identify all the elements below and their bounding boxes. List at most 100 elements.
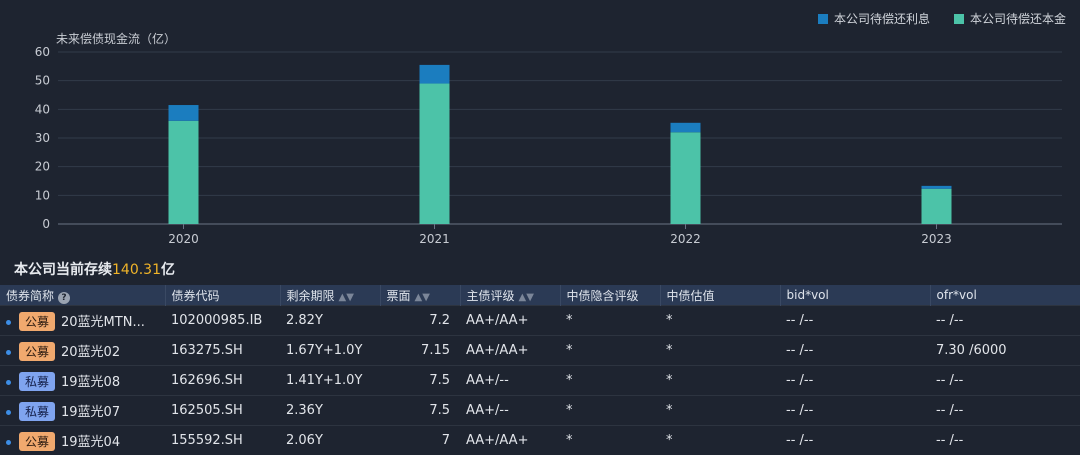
summary-amount: 140.31 [112,262,161,278]
sort-icon[interactable]: ▲▼ [519,292,534,303]
header-remaining-term-label: 剩余期限 [287,289,335,303]
bullet-dot-icon [6,380,11,385]
cell-bond-name[interactable]: 私募 19蓝光07 [0,396,165,426]
cell-ofr: 7.30 /6000 [930,336,1080,366]
bar-interest [169,105,199,121]
cell-rating: AA+/AA+ [460,336,560,366]
cell-remaining-term: 2.06Y [280,426,380,455]
cell-bid: -- /-- [780,336,930,366]
issue-type-badge: 公募 [19,312,55,331]
cell-bond-code: 102000985.IB [165,306,280,336]
cell-rating: AA+/AA+ [460,306,560,336]
help-icon[interactable]: ? [58,292,70,304]
header-bid[interactable]: bid*vol [780,285,930,306]
cell-remaining-term: 1.67Y+1.0Y [280,336,380,366]
cell-implied-rating: * [560,366,660,396]
y-tick-label: 30 [35,131,50,145]
header-coupon[interactable]: 票面 ▲▼ [380,285,460,306]
bond-name[interactable]: 20蓝光MTN... [61,315,145,330]
header-rating-label: 主债评级 [467,289,515,303]
bullet-dot-icon [6,410,11,415]
x-tick-label: 2023 [921,232,952,246]
cell-implied-rating: * [560,306,660,336]
table-row[interactable]: 公募19蓝光04155592.SH2.06Y7AA+/AA+**-- /----… [0,426,1080,455]
cell-implied-rating: * [560,426,660,455]
chart-plot: 01020304050602020202120222023 [0,0,1080,255]
bullet-dot-icon [6,350,11,355]
cell-bond-code: 163275.SH [165,336,280,366]
bar-interest [420,65,450,84]
cell-valuation: * [660,336,780,366]
bar-principal [420,84,450,224]
cell-ofr: -- /-- [930,306,1080,336]
summary-prefix: 本公司当前存续 [14,262,112,278]
cell-bond-name[interactable]: 公募 19蓝光04 [0,426,165,455]
bond-name[interactable]: 19蓝光08 [61,375,120,390]
sort-icon[interactable]: ▲▼ [415,292,430,303]
cell-valuation: * [660,306,780,336]
bond-name[interactable]: 20蓝光02 [61,345,120,360]
cell-bond-name[interactable]: 私募 19蓝光08 [0,366,165,396]
cell-bond-name[interactable]: 公募 20蓝光02 [0,336,165,366]
cell-remaining-term: 2.36Y [280,396,380,426]
cell-coupon: 7.5 [380,396,460,426]
cell-rating: AA+/AA+ [460,426,560,455]
y-tick-label: 20 [35,160,50,174]
bullet-dot-icon [6,320,11,325]
cell-coupon: 7.15 [380,336,460,366]
bullet-dot-icon [6,440,11,445]
cell-implied-rating: * [560,336,660,366]
header-implied-rating[interactable]: 中债隐含评级 [560,285,660,306]
bar-principal [671,132,701,224]
cell-bid: -- /-- [780,306,930,336]
bond-name[interactable]: 19蓝光04 [61,435,120,450]
issue-type-badge: 私募 [19,402,55,421]
cell-bond-code: 162505.SH [165,396,280,426]
header-ofr[interactable]: ofr*vol [930,285,1080,306]
y-tick-label: 50 [35,74,50,88]
table-row[interactable]: 公募20蓝光MTN...102000985.IB2.82Y7.2AA+/AA+*… [0,306,1080,336]
bond-name[interactable]: 19蓝光07 [61,405,120,420]
cell-bid: -- /-- [780,426,930,455]
bar-interest [671,123,701,132]
cell-ofr: -- /-- [930,396,1080,426]
header-valuation[interactable]: 中债估值 [660,285,780,306]
cell-bond-code: 155592.SH [165,426,280,455]
bond-table: 债券简称? 债券代码 剩余期限 ▲▼ 票面 ▲▼ 主债评级 ▲▼ 中债隐含评级 中债估… [0,285,1080,455]
table-row[interactable]: 私募19蓝光08162696.SH1.41Y+1.0Y7.5AA+/--**--… [0,366,1080,396]
issue-type-badge: 私募 [19,372,55,391]
header-bond-name-label: 债券简称 [6,289,54,303]
table-row[interactable]: 私募19蓝光07162505.SH2.36Y7.5AA+/--**-- /---… [0,396,1080,426]
outstanding-summary: 本公司当前存续140.31亿 [14,259,175,279]
cell-valuation: * [660,366,780,396]
header-coupon-label: 票面 [387,289,411,303]
x-tick-label: 2020 [168,232,199,246]
cell-bond-name[interactable]: 公募 20蓝光MTN... [0,306,165,336]
cell-bid: -- /-- [780,396,930,426]
issue-type-badge: 公募 [19,432,55,451]
header-bond-name[interactable]: 债券简称? [0,285,165,306]
summary-unit: 亿 [161,262,175,278]
table-header-row: 债券简称? 债券代码 剩余期限 ▲▼ 票面 ▲▼ 主债评级 ▲▼ 中债隐含评级 中债估… [0,285,1080,306]
cell-remaining-term: 2.82Y [280,306,380,336]
cell-ofr: -- /-- [930,426,1080,455]
cell-coupon: 7 [380,426,460,455]
y-tick-label: 10 [35,188,50,202]
cell-rating: AA+/-- [460,366,560,396]
header-bond-code[interactable]: 债券代码 [165,285,280,306]
cell-coupon: 7.2 [380,306,460,336]
issue-type-badge: 公募 [19,342,55,361]
sort-icon[interactable]: ▲▼ [339,292,354,303]
x-tick-label: 2022 [670,232,701,246]
table-row[interactable]: 公募20蓝光02163275.SH1.67Y+1.0Y7.15AA+/AA+**… [0,336,1080,366]
y-tick-label: 0 [42,217,50,231]
header-remaining-term[interactable]: 剩余期限 ▲▼ [280,285,380,306]
cell-bond-code: 162696.SH [165,366,280,396]
header-rating[interactable]: 主债评级 ▲▼ [460,285,560,306]
cell-coupon: 7.5 [380,366,460,396]
cell-remaining-term: 1.41Y+1.0Y [280,366,380,396]
bar-principal [922,189,952,224]
cell-bid: -- /-- [780,366,930,396]
cashflow-chart: 未来偿债现金流（亿） 本公司待偿还利息 本公司待偿还本金 01020304050… [0,0,1080,255]
bar-principal [169,121,199,224]
